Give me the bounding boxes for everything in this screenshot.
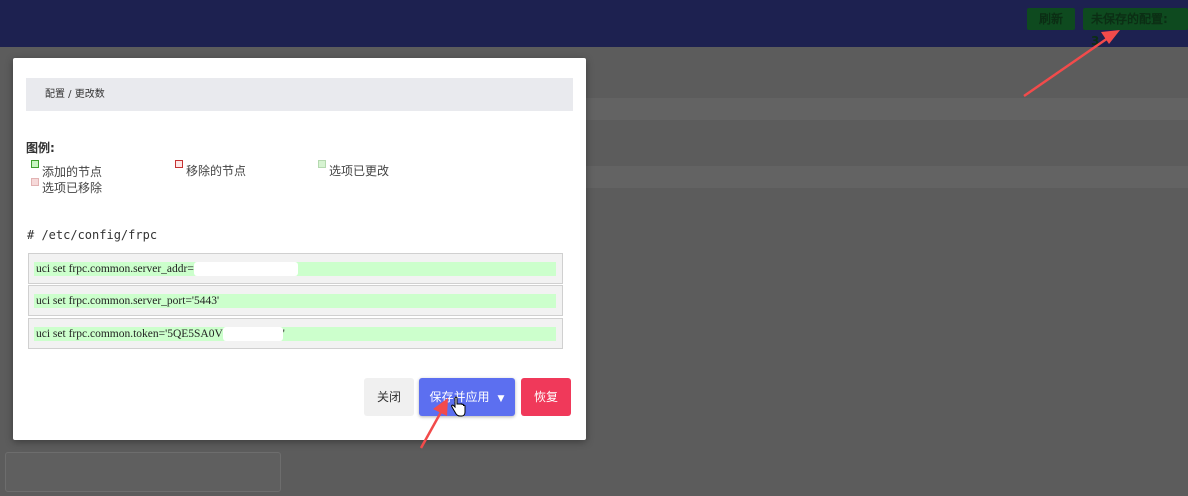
- command-row: uci set frpc.common.token='5QE5SA0V ': [28, 318, 563, 349]
- command-text: uci set frpc.common.token='5QE5SA0V ': [34, 327, 556, 341]
- save-apply-button[interactable]: 保存并应用 ▼: [419, 378, 515, 416]
- command-text: uci set frpc.common.server_port='5443': [34, 294, 556, 308]
- revert-button[interactable]: 恢复: [521, 378, 571, 416]
- background-input: [5, 452, 281, 492]
- config-path: # /etc/config/frpc: [27, 228, 158, 242]
- legend-label: 移除的节点: [186, 164, 247, 178]
- caret-down-icon[interactable]: ▼: [498, 394, 505, 404]
- command-text: uci set frpc.common.server_addr=: [34, 262, 556, 276]
- redacted-value: [193, 262, 298, 276]
- legend-label: 选项已更改: [329, 164, 390, 178]
- changed-swatch-icon: [318, 160, 326, 168]
- legend-title: 图例:: [26, 141, 55, 155]
- save-apply-label: 保存并应用: [429, 390, 490, 404]
- option-removed-swatch-icon: [31, 178, 39, 186]
- background-row: [586, 166, 1188, 188]
- unsaved-changes-button[interactable]: 未保存的配置: 3: [1083, 8, 1188, 48]
- refresh-button[interactable]: 刷新: [1027, 8, 1075, 30]
- changes-modal: 配置 / 更改数 图例: 添加的节点 移除的节点 选项已更改 选项已移除 # /…: [13, 58, 586, 440]
- redacted-value: [222, 327, 283, 341]
- command-row: uci set frpc.common.server_addr=: [28, 253, 563, 284]
- command-row: uci set frpc.common.server_port='5443': [28, 285, 563, 316]
- legend-label: 选项已移除: [42, 181, 103, 195]
- removed-swatch-icon: [175, 160, 183, 168]
- breadcrumb: 配置 / 更改数: [26, 78, 573, 111]
- background-row: [586, 98, 1188, 120]
- legend-item-changed: 选项已更改: [318, 159, 389, 179]
- legend-item-removed: 移除的节点: [175, 159, 246, 179]
- top-bar: 刷新 未保存的配置: 3: [0, 0, 1188, 48]
- close-button[interactable]: 关闭: [364, 378, 414, 416]
- added-swatch-icon: [31, 160, 39, 168]
- legend-item-option-removed: 选项已移除: [31, 177, 102, 196]
